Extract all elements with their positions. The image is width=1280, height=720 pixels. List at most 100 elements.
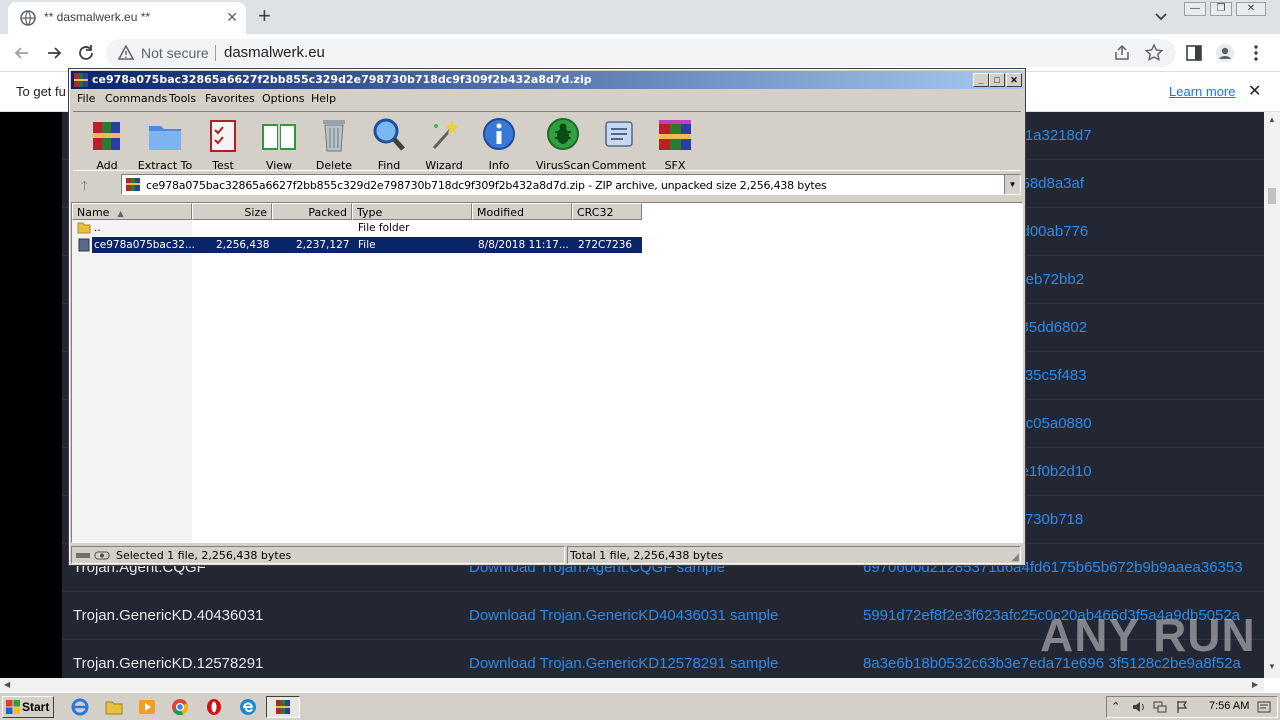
restore-window-button[interactable]: ❐ — [1210, 2, 1232, 16]
taskbar-clock[interactable]: 7:56 AM — [1209, 700, 1249, 712]
virusscan-button[interactable]: VirusScan — [533, 114, 593, 172]
info-icon — [483, 118, 515, 150]
winrar-toolbar: Add Extract To Test View Delete Find Wiz… — [73, 111, 1021, 172]
reload-icon[interactable] — [76, 43, 96, 63]
forward-arrow-icon[interactable] — [44, 43, 64, 63]
side-panel-icon[interactable] — [1184, 43, 1204, 63]
scroll-left-arrow-icon[interactable]: ◀ — [4, 680, 10, 689]
find-button[interactable]: Find — [359, 114, 419, 172]
taskbar-winrar-button[interactable] — [266, 696, 300, 718]
page-horizontal-scrollbar[interactable]: ◀ ▶ — [0, 678, 1264, 692]
list-item-selected[interactable]: ce978a075bac32... 2,256,438 2,237,127 Fi… — [92, 237, 642, 253]
more-menu-icon[interactable] — [1246, 43, 1266, 63]
address-bar[interactable]: Not secure dasmalwerk.eu — [106, 39, 1176, 67]
menu-help[interactable]: Help — [311, 92, 336, 105]
column-header-name[interactable]: Name ▲ — [72, 203, 192, 220]
menu-tools[interactable]: Tools — [169, 92, 196, 105]
page-vertical-scrollbar[interactable]: ▲ ▼ — [1264, 112, 1280, 678]
add-button[interactable]: Add — [77, 114, 137, 172]
edge-icon[interactable] — [238, 697, 258, 717]
infobar-close-icon[interactable]: ✕ — [1248, 81, 1261, 101]
resize-grip-icon[interactable]: ◢ — [1011, 552, 1019, 563]
action-flag-icon[interactable] — [1175, 700, 1189, 714]
start-button[interactable]: Start — [2, 696, 54, 718]
notification-icon[interactable] — [1257, 700, 1271, 714]
column-header-packed[interactable]: Packed — [272, 203, 352, 220]
tab-close-icon[interactable]: ✕ — [226, 9, 238, 26]
omnibox-divider — [215, 45, 216, 61]
scroll-down-arrow-icon[interactable]: ▼ — [1268, 662, 1276, 671]
up-folder-arrow-icon[interactable]: 🡑 — [81, 177, 88, 199]
not-secure-label[interactable]: Not secure — [141, 45, 209, 61]
internet-explorer-icon[interactable] — [70, 697, 90, 717]
anyrun-watermark: ANY RUN — [1040, 609, 1256, 661]
profile-avatar-icon[interactable] — [1215, 43, 1235, 63]
close-window-button[interactable]: ✕ — [1236, 2, 1266, 16]
magic-wand-icon — [432, 120, 459, 150]
browser-toolbar: Not secure dasmalwerk.eu — [0, 34, 1280, 72]
chrome-icon[interactable] — [170, 697, 190, 717]
sfx-button[interactable]: SFX — [645, 114, 705, 172]
globe-icon — [20, 10, 36, 26]
share-icon[interactable] — [1112, 43, 1132, 63]
archive-file-list[interactable]: Name ▲ Size Packed Type Modified CRC32 ..… — [71, 202, 1023, 543]
winrar-statusbar: Selected 1 file, 2,256,438 bytes Total 1… — [71, 545, 1023, 565]
browser-tabstrip: ** dasmalwerk.eu ** ✕ + — ❐ ✕ — [0, 0, 1280, 34]
comment-note-icon — [605, 121, 633, 147]
file-explorer-icon[interactable] — [104, 697, 124, 717]
learn-more-link[interactable]: Learn more — [1169, 84, 1235, 99]
media-player-icon[interactable] — [137, 697, 157, 717]
scrollbar-thumb[interactable] — [1268, 188, 1276, 204]
winrar-app-icon — [74, 73, 88, 87]
bookmark-star-icon[interactable] — [1144, 43, 1164, 63]
warning-triangle-icon[interactable] — [118, 45, 134, 61]
system-tray: ⌃ 7:56 AM — [1106, 696, 1278, 718]
folder-icon — [77, 222, 91, 234]
download-sample-link[interactable]: Download Trojan.GenericKD12578291 sample — [469, 655, 778, 672]
menu-options[interactable]: Options — [262, 92, 304, 105]
network-icon[interactable] — [1153, 700, 1167, 714]
scroll-up-arrow-icon[interactable]: ▲ — [1268, 115, 1276, 124]
zip-archive-icon — [126, 178, 140, 191]
column-header-type[interactable]: Type — [352, 203, 472, 220]
opera-icon[interactable] — [204, 697, 224, 717]
minimize-window-button[interactable]: — — [1184, 2, 1206, 16]
archive-path-combobox[interactable]: ce978a075bac32865a6627f2bb855c329d2e7987… — [121, 174, 1021, 195]
malware-name: Trojan.GenericKD.40436031 — [73, 607, 264, 624]
extract-to-button[interactable]: Extract To — [135, 114, 195, 172]
test-button[interactable]: Test — [193, 114, 253, 172]
test-clipboard-icon — [210, 120, 236, 152]
menu-commands[interactable]: Commands — [105, 92, 167, 105]
new-tab-button[interactable]: + — [258, 4, 271, 28]
info-button[interactable]: Info — [469, 114, 529, 172]
winrar-minimize-button[interactable]: _ — [973, 73, 989, 87]
scroll-right-arrow-icon[interactable]: ▶ — [1252, 680, 1258, 689]
path-dropdown-icon[interactable]: ▼ — [1004, 175, 1020, 194]
browser-tab[interactable]: ** dasmalwerk.eu ** ✕ — [8, 2, 246, 34]
status-total-pane: Total 1 file, 2,256,438 bytes ◢ — [567, 546, 1021, 564]
winrar-maximize-button[interactable]: □ — [989, 73, 1005, 87]
comment-button[interactable]: Comment — [589, 114, 649, 172]
virus-bug-icon — [547, 118, 579, 150]
menu-favorites[interactable]: Favorites — [205, 92, 255, 105]
winrar-taskbar-icon — [276, 700, 290, 714]
back-arrow-icon[interactable] — [12, 43, 32, 63]
menu-file[interactable]: File — [77, 92, 95, 105]
column-header-crc32[interactable]: CRC32 — [572, 203, 642, 220]
tray-expand-icon[interactable]: ⌃ — [1111, 700, 1125, 714]
wizard-button[interactable]: Wizard — [414, 114, 474, 172]
magnifier-icon — [373, 118, 405, 151]
tab-search-chevron-icon[interactable] — [1152, 8, 1170, 26]
archive-path-text: ce978a075bac32865a6627f2bb855c329d2e7987… — [146, 179, 827, 192]
winrar-titlebar[interactable]: ce978a075bac32865a6627f2bb855c329d2e7987… — [71, 71, 1023, 89]
download-sample-link[interactable]: Download Trojan.GenericKD40436031 sample — [469, 607, 778, 624]
view-button[interactable]: View — [249, 114, 309, 172]
winrar-close-button[interactable]: ✕ — [1006, 73, 1022, 87]
volume-icon[interactable] — [1131, 700, 1145, 714]
sfx-archive-icon — [659, 120, 691, 150]
winrar-menubar: File Commands Tools Favorites Options He… — [71, 89, 1023, 109]
column-header-size[interactable]: Size — [192, 203, 272, 220]
url-text[interactable]: dasmalwerk.eu — [224, 44, 325, 61]
delete-button[interactable]: Delete — [304, 114, 364, 172]
column-header-modified[interactable]: Modified — [472, 203, 572, 220]
